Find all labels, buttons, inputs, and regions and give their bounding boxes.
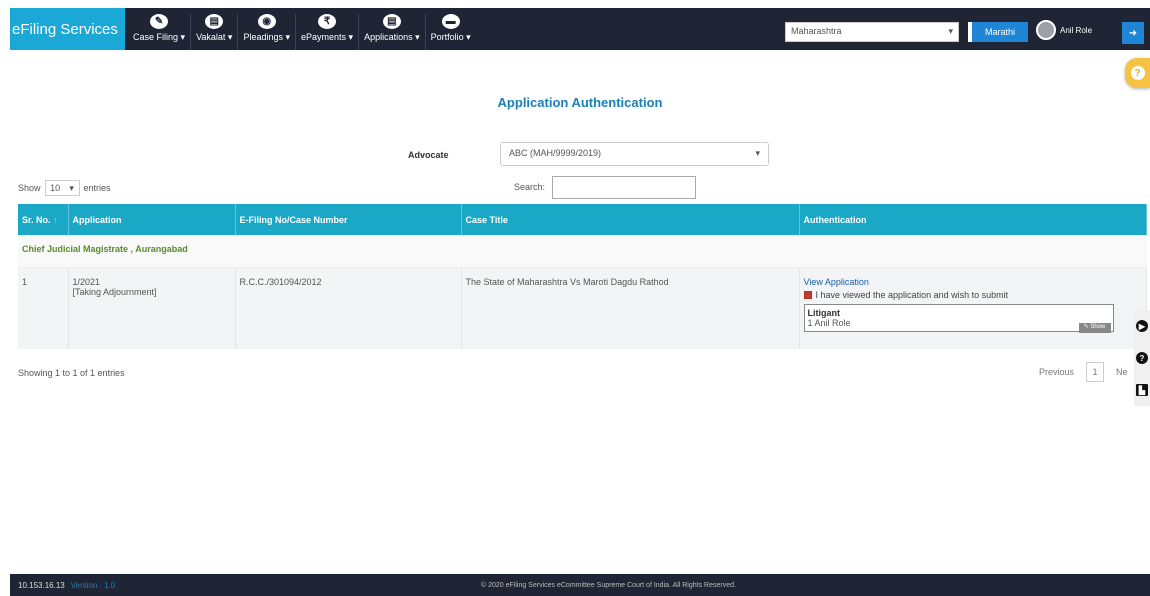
- show-label: Show: [18, 183, 41, 193]
- show-litigant-button[interactable]: ✎ Show: [1078, 322, 1111, 333]
- court-group-label: Chief Judicial Magistrate , Aurangabad: [18, 235, 1147, 268]
- consent-text: I have viewed the application and wish t…: [815, 289, 1009, 300]
- top-navbar: eFiling Services ✎ Case Filing ▾ ▤ Vakal…: [10, 8, 1150, 50]
- help-bubble-button[interactable]: ?: [1125, 58, 1150, 88]
- previous-page-button[interactable]: Previous: [1039, 367, 1074, 377]
- cell-authentication: View Application I have viewed the appli…: [799, 267, 1147, 349]
- footer: 10.153.16.13 Version : 1.0 © 2020 eFilin…: [10, 574, 1150, 596]
- nav-case-filing[interactable]: ✎ Case Filing ▾: [128, 14, 192, 50]
- briefcase-icon: ▬: [441, 14, 460, 29]
- col-header-application[interactable]: Application: [68, 204, 236, 235]
- page-number-button[interactable]: 1: [1086, 362, 1105, 382]
- litigant-box: Litigant 1 Anil Role ✎ Show: [803, 303, 1114, 333]
- side-toolbar: ▶ ? ▙: [1134, 310, 1150, 406]
- nav-label: Vakalat: [196, 32, 226, 42]
- copyright: © 2020 eFiling Services eCommittee Supre…: [481, 581, 736, 589]
- rupee-icon: ₹: [318, 14, 337, 29]
- nav-label: Case Filing: [133, 32, 179, 42]
- applications-table: Sr. No. ↑ Application E-Filing No/Case N…: [18, 204, 1147, 349]
- file-icon: ▤: [382, 14, 401, 29]
- question-icon: ?: [1130, 66, 1145, 80]
- page-title: Application Authentication: [497, 95, 663, 110]
- application-type: [Taking Adjournment]: [72, 286, 157, 297]
- advocate-select-value: ABC (MAH/9999/2019): [509, 148, 602, 158]
- chevron-down-icon: ▾: [755, 148, 760, 158]
- window-left-edge: [0, 0, 10, 596]
- nav-applications[interactable]: ▤ Applications ▾: [359, 14, 426, 50]
- state-select[interactable]: Maharashtra ▾: [785, 22, 959, 42]
- eye-icon: ◉: [257, 14, 276, 29]
- pdf-icon[interactable]: ▙: [1136, 384, 1148, 396]
- consent-checkline: I have viewed the application and wish t…: [803, 289, 1143, 300]
- view-application-link[interactable]: View Application: [804, 277, 1143, 287]
- version-label: Version : 1.0: [70, 580, 116, 590]
- question-icon[interactable]: ?: [1136, 352, 1148, 364]
- logout-button[interactable]: ➜: [1122, 22, 1144, 44]
- entries-select[interactable]: 10 ▾: [44, 180, 80, 196]
- table-row: 1 1/2021 [Taking Adjournment] R.C.C./301…: [18, 267, 1147, 349]
- nav-vakalat[interactable]: ▤ Vakalat ▾: [191, 14, 239, 50]
- brand-logo[interactable]: eFiling Services: [10, 8, 125, 50]
- next-page-button[interactable]: Ne: [1116, 367, 1128, 377]
- cell-application: 1/2021 [Taking Adjournment]: [68, 267, 236, 349]
- logout-icon: ➜: [1128, 27, 1138, 39]
- application-number: 1/2021: [72, 276, 101, 287]
- col-header-case-title[interactable]: Case Title: [461, 204, 800, 235]
- pencil-icon: ✎: [150, 14, 169, 29]
- nav-label: Applications: [364, 32, 413, 42]
- chevron-down-icon: ▾: [69, 182, 74, 193]
- cell-case-number: R.C.C./301094/2012: [235, 267, 462, 349]
- nav-epayments[interactable]: ₹ ePayments ▾: [296, 14, 360, 50]
- col-header-case-number[interactable]: E-Filing No/Case Number: [235, 204, 462, 235]
- nav-portfolio[interactable]: ▬ Portfolio ▾: [426, 14, 476, 50]
- nav-label: Pleadings: [243, 32, 283, 42]
- cell-case-title: The State of Maharashtra Vs Maroti Dagdu…: [461, 267, 800, 349]
- advocate-label: Advocate: [408, 150, 449, 160]
- cell-sr-no: 1: [18, 267, 69, 349]
- chevron-down-icon: ▾: [948, 26, 953, 36]
- sort-icon: ↑: [53, 214, 58, 225]
- avatar: [1036, 20, 1056, 40]
- nav-label: Portfolio: [430, 32, 464, 42]
- nav-label: ePayments: [301, 32, 347, 42]
- search-input[interactable]: [552, 176, 696, 199]
- litigant-name: 1 Anil Role: [807, 317, 851, 328]
- user-name: Anil Role: [1060, 25, 1093, 35]
- showing-info: Showing 1 to 1 of 1 entries: [18, 368, 125, 378]
- consent-checkbox[interactable]: [803, 290, 812, 299]
- state-select-value: Maharashtra: [791, 26, 842, 36]
- nav-pleadings[interactable]: ◉ Pleadings ▾: [238, 14, 297, 50]
- play-icon[interactable]: ▶: [1136, 320, 1148, 332]
- language-button[interactable]: Marathi: [968, 22, 1028, 42]
- pagination: Previous 1 Ne: [1039, 362, 1128, 382]
- search-label: Search:: [514, 182, 546, 192]
- col-header-sr-no[interactable]: Sr. No. ↑: [18, 204, 69, 235]
- app-frame: eFiling Services ✎ Case Filing ▾ ▤ Vakal…: [10, 0, 1150, 596]
- table-group-row: Chief Judicial Magistrate , Aurangabad: [18, 235, 1147, 268]
- col-header-authentication[interactable]: Authentication: [799, 204, 1147, 235]
- entries-value: 10: [50, 183, 61, 193]
- table-header-row: Sr. No. ↑ Application E-Filing No/Case N…: [18, 204, 1147, 235]
- advocate-select[interactable]: ABC (MAH/9999/2019) ▾: [500, 142, 769, 166]
- document-icon: ▤: [205, 14, 224, 29]
- litigant-heading: Litigant: [807, 307, 841, 318]
- server-ip: 10.153.16.13: [18, 580, 65, 590]
- show-entries-control: Show 10 ▾ entries: [18, 180, 111, 196]
- entries-label: entries: [83, 183, 111, 193]
- main-nav: ✎ Case Filing ▾ ▤ Vakalat ▾ ◉ Pleadings …: [128, 8, 476, 50]
- user-menu[interactable]: Anil Role: [1036, 20, 1092, 40]
